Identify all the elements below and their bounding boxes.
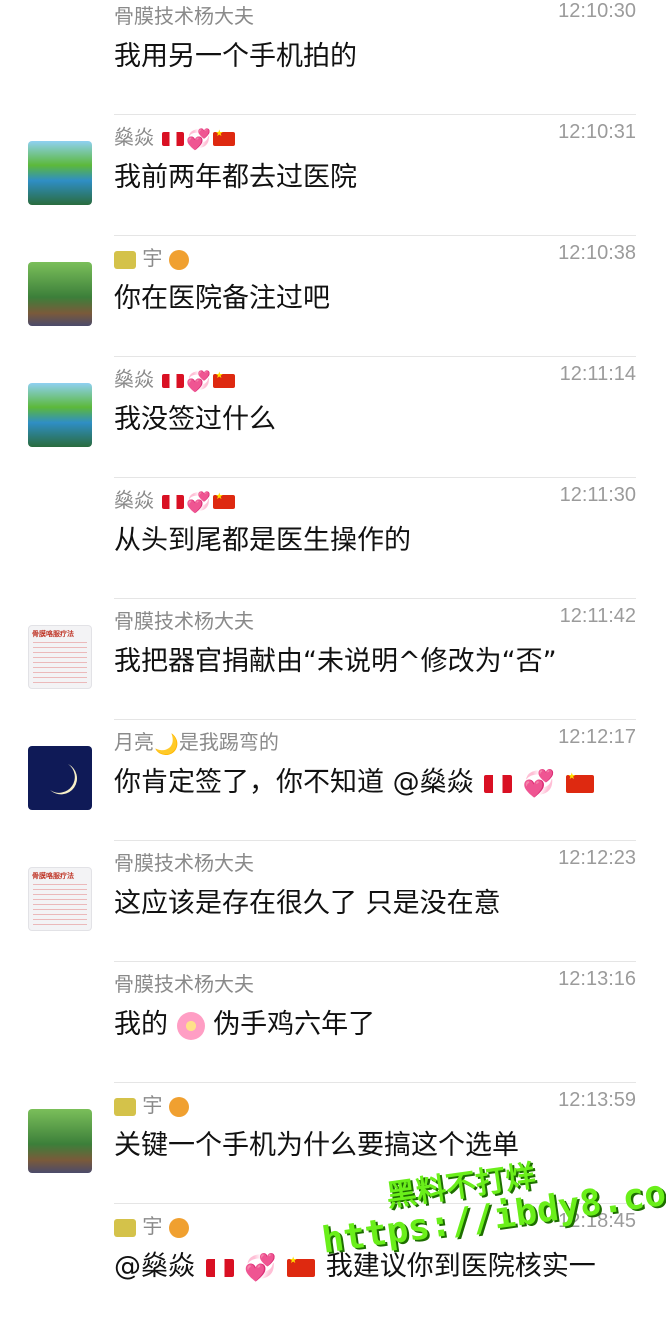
china-flag-icon: [213, 371, 236, 388]
message-time: 12:18:45: [558, 1210, 636, 1232]
chat-message[interactable]: 月亮🌙是我踢弯的 12:12:17 你肯定签了，你不知道 @燊焱 💞: [0, 720, 666, 841]
message-time: 12:13:16: [558, 968, 636, 990]
message-time: 12:11:42: [559, 605, 636, 627]
message-text: 我的 伪手鸡六年了: [114, 1009, 376, 1040]
message-time: 12:11:14: [559, 363, 636, 385]
china-flag-icon: [213, 129, 236, 146]
hearts-icon: 💞: [522, 768, 556, 799]
message-time: 12:12:23: [558, 847, 636, 869]
sender-name[interactable]: 燊焱 💞: [114, 121, 237, 150]
chat-message[interactable]: 宇 12:13:59 关键一个手机为什么要搞这个选单: [0, 1083, 666, 1204]
message-text: @燊焱 💞 我建议你到医院核实一: [114, 1244, 596, 1283]
chat-message[interactable]: 宇 12:18:45 @燊焱 💞 我建议你到医院核实一: [0, 1204, 666, 1325]
peru-flag-icon: [162, 131, 185, 146]
chat-message[interactable]: 燊焱 💞 12:10:31 我前两年都去过医院: [0, 115, 666, 236]
avatar[interactable]: [28, 262, 92, 326]
tiger-icon: [168, 249, 189, 270]
sender-name[interactable]: 月亮🌙是我踢弯的: [114, 726, 279, 755]
sender-name[interactable]: 燊焱 💞: [114, 484, 237, 513]
peru-flag-icon: [162, 373, 185, 388]
avatar-doc-lines: [33, 642, 87, 686]
dragon-badge-icon: [114, 1218, 136, 1237]
avatar[interactable]: 骨膜咯服疗法: [28, 625, 92, 689]
avatar[interactable]: [28, 383, 92, 447]
sender-name[interactable]: 宇: [114, 242, 189, 271]
sender-name[interactable]: 宇: [114, 1089, 189, 1118]
sender-name[interactable]: 燊焱 💞: [114, 363, 237, 392]
message-time: 12:11:30: [559, 484, 636, 506]
avatar-doc-title: 骨膜咯服疗法: [32, 630, 74, 638]
avatar[interactable]: [28, 746, 92, 810]
sender-name[interactable]: 骨膜技术杨大夫: [114, 968, 254, 997]
message-text: 我前两年都去过医院: [114, 162, 357, 193]
message-text: 从头到尾都是医生操作的: [114, 525, 411, 556]
avatar[interactable]: [28, 1109, 92, 1173]
hearts-icon: 💞: [244, 1252, 277, 1283]
message-text: 我用另一个手机拍的: [114, 41, 357, 72]
china-flag-icon: [565, 772, 594, 793]
dragon-badge-icon: [114, 1097, 136, 1116]
sender-name[interactable]: 骨膜技术杨大夫: [114, 847, 254, 876]
message-time: 12:13:59: [558, 1089, 636, 1111]
message-time: 12:10:31: [558, 121, 636, 143]
avatar[interactable]: 骨膜咯服疗法: [28, 867, 92, 931]
chat-message[interactable]: 骨膜技术杨大夫 12:13:16 我的 伪手鸡六年了: [0, 962, 666, 1083]
message-text: 我没签过什么: [114, 404, 276, 435]
message-time: 12:10:38: [558, 242, 636, 264]
message-text: 你在医院备注过吧: [114, 283, 330, 314]
sender-name[interactable]: 骨膜技术杨大夫: [114, 0, 254, 29]
chat-message[interactable]: 宇 12:10:38 你在医院备注过吧: [0, 236, 666, 357]
dragon-badge-icon: [114, 250, 136, 269]
hearts-icon: 💞: [186, 368, 212, 393]
peru-flag-icon: [205, 1258, 234, 1277]
hearts-icon: 💞: [186, 489, 212, 514]
crescent-moon-icon: 🌙: [154, 731, 179, 756]
flower-icon: [176, 1011, 205, 1040]
peru-flag-icon: [484, 774, 513, 793]
peru-flag-icon: [162, 494, 185, 509]
tiger-icon: [168, 1217, 189, 1238]
message-text: 你肯定签了，你不知道 @燊焱 💞: [114, 760, 596, 799]
chat-message[interactable]: 燊焱 💞 12:11:30 从头到尾都是医生操作的: [0, 478, 666, 599]
sender-name[interactable]: 骨膜技术杨大夫: [114, 605, 254, 634]
message-text: 这应该是存在很久了 只是没在意: [114, 888, 501, 919]
moon-icon: [50, 764, 78, 795]
sender-name[interactable]: 宇: [114, 1210, 189, 1239]
avatar-doc-lines: [33, 884, 87, 928]
chat-message[interactable]: 骨膜技术杨大夫 12:10:30 我用另一个手机拍的: [0, 0, 666, 115]
china-flag-icon: [213, 492, 236, 509]
hearts-icon: 💞: [186, 126, 212, 151]
chat-message[interactable]: 骨膜咯服疗法 骨膜技术杨大夫 12:11:42 我把器官捐献由“未说明^修改为“…: [0, 599, 666, 720]
tiger-icon: [168, 1096, 189, 1117]
avatar[interactable]: [28, 141, 92, 205]
message-time: 12:12:17: [558, 726, 636, 748]
china-flag-icon: [287, 1256, 316, 1277]
chat-message[interactable]: 燊焱 💞 12:11:14 我没签过什么: [0, 357, 666, 478]
chat-message[interactable]: 骨膜咯服疗法 骨膜技术杨大夫 12:12:23 这应该是存在很久了 只是没在意: [0, 841, 666, 962]
message-text: 关键一个手机为什么要搞这个选单: [114, 1130, 519, 1161]
avatar-doc-title: 骨膜咯服疗法: [32, 872, 74, 880]
message-time: 12:10:30: [558, 0, 636, 22]
message-text: 我把器官捐献由“未说明^修改为“否”: [114, 646, 557, 677]
